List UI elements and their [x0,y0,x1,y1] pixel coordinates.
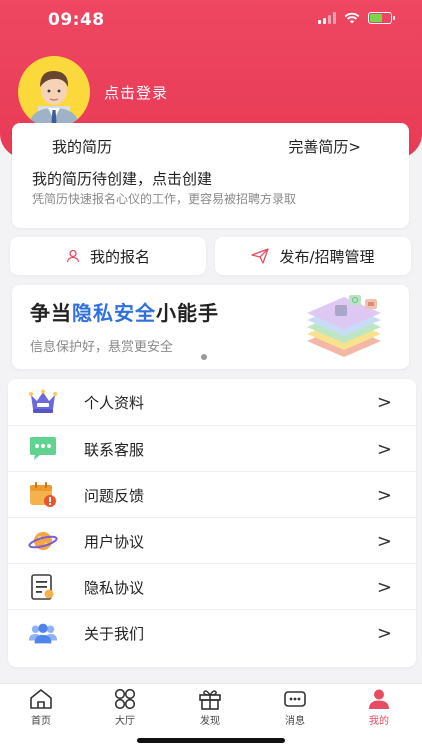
tab-home[interactable]: 首页 [11,688,71,727]
menu-item-label: 联系客服 [84,440,145,459]
chat-bubble-icon [28,435,58,463]
gift-icon [199,690,221,710]
chevron-right-icon: > [376,576,392,598]
crown-profile-icon [28,388,58,416]
person-outline-icon [66,249,80,263]
banner-title: 争当隐私安全小能手 [30,297,219,326]
login-link[interactable]: 点击登录 [104,82,168,103]
group-icon [28,619,58,647]
status-time: 09:48 [48,10,105,30]
chevron-right-icon: > [376,530,392,552]
banner-title-suffix: 小能手 [156,301,219,325]
status-bar: 09:48 [0,0,422,40]
menu-item-privacy-policy[interactable]: 隐私协议 > [8,563,416,610]
menu-item-about-us[interactable]: 关于我们 > [8,609,416,656]
layered-shield-illustration [307,295,381,357]
tab-label: 发现 [200,716,220,727]
tab-label: 首页 [31,716,51,727]
calendar-alert-icon [28,481,58,509]
privacy-banner[interactable]: 争当隐私安全小能手 信息保护好，悬赏更安全 [12,285,409,369]
tab-mine[interactable]: 我的 [349,688,409,727]
status-icons [318,12,395,24]
resume-hint: 凭简历快速报名心仪的工作，更容易被招聘方录取 [32,192,297,206]
complete-resume-link[interactable]: 完善简历> [288,136,361,157]
my-signup-label: 我的报名 [89,247,150,266]
send-icon [251,248,270,264]
grid-icon [114,688,136,710]
home-indicator [137,738,285,743]
signal-icon [318,12,336,24]
publish-manage-label: 发布/招聘管理 [279,247,375,266]
tab-label: 大厅 [115,716,135,727]
tab-label: 消息 [285,716,305,727]
menu-item-label: 个人资料 [84,393,145,412]
home-icon [30,689,52,709]
message-icon [284,691,306,707]
battery-icon [368,12,395,24]
tab-messages[interactable]: 消息 [265,688,325,727]
chevron-right-icon: > [376,438,392,460]
avatar[interactable] [18,56,90,128]
tab-discover[interactable]: 发现 [180,688,240,727]
banner-title-highlight: 隐私安全 [72,301,156,325]
menu-item-user-agreement[interactable]: 用户协议 > [8,517,416,564]
person-icon [369,689,389,709]
chevron-right-icon: > [376,391,392,413]
settings-menu: 个人资料 > 联系客服 > 问题反馈 > 用户协议 > 隐私协议 > 关于我们 … [8,379,416,667]
menu-item-label: 关于我们 [84,624,145,643]
wifi-icon [344,12,360,24]
resume-status[interactable]: 我的简历待创建，点击创建 [32,168,212,189]
planet-icon [28,527,58,555]
menu-item-label: 用户协议 [84,532,145,551]
document-icon [28,573,58,601]
chevron-right-icon: > [376,622,392,644]
publish-manage-button[interactable]: 发布/招聘管理 [215,237,411,275]
profile-header[interactable]: 点击登录 [18,56,168,128]
my-signup-button[interactable]: 我的报名 [10,237,206,275]
menu-item-label: 隐私协议 [84,578,145,597]
tab-label: 我的 [369,716,389,727]
chevron-right-icon: > [376,484,392,506]
banner-subtitle: 信息保护好，悬赏更安全 [30,340,174,355]
menu-item-customer-service[interactable]: 联系客服 > [8,425,416,472]
resume-card[interactable]: 我的简历 完善简历> 我的简历待创建，点击创建 凭简历快速报名心仪的工作，更容易… [12,123,409,228]
menu-item-label: 问题反馈 [84,486,145,505]
banner-title-prefix: 争当 [30,301,72,325]
menu-item-profile[interactable]: 个人资料 > [8,379,416,425]
resume-title: 我的简历 [52,138,113,156]
menu-item-feedback[interactable]: 问题反馈 > [8,471,416,518]
carousel-indicator[interactable] [201,354,207,360]
tab-hall[interactable]: 大厅 [95,688,155,727]
